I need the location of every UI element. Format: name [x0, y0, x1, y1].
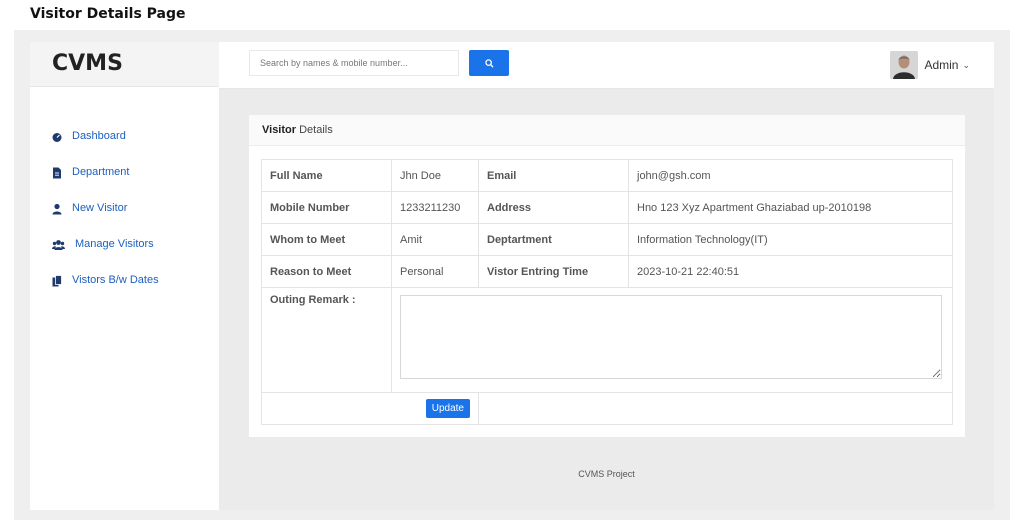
brand-logo[interactable]: CVMS — [52, 51, 123, 76]
table-row: Full Name Jhn Doe Email john@gsh.com — [261, 159, 953, 192]
update-cell: Update — [261, 392, 479, 425]
field-value: Information Technology(IT) — [628, 223, 953, 256]
field-label: Whom to Meet — [261, 223, 392, 256]
sidebar-item-manage-visitors[interactable]: Manage Visitors — [30, 226, 219, 262]
empty-cell — [478, 392, 953, 425]
field-label: Email — [478, 159, 629, 192]
outing-remark-cell — [391, 287, 953, 393]
field-label: Vistor Entring Time — [478, 255, 629, 288]
table-row: Reason to Meet Personal Vistor Entring T… — [261, 255, 953, 288]
update-button[interactable]: Update — [425, 399, 470, 418]
field-value: Jhn Doe — [391, 159, 479, 192]
outing-remark-textarea[interactable] — [400, 295, 942, 379]
field-value: Hno 123 Xyz Apartment Ghaziabad up-20101… — [628, 191, 953, 224]
outing-remark-label: Outing Remark : — [261, 287, 392, 393]
top-bar: Admin ⌄ — [219, 42, 994, 89]
sidebar-item-label: Department — [72, 166, 130, 178]
user-icon — [52, 202, 62, 215]
sidebar-item-new-visitor[interactable]: New Visitor — [30, 190, 219, 226]
visitor-details-card: Visitor Details Full Name Jhn Doe Email … — [249, 115, 965, 437]
field-label: Deptartment — [478, 223, 629, 256]
field-value: john@gsh.com — [628, 159, 953, 192]
field-label: Full Name — [261, 159, 392, 192]
search-icon — [484, 56, 494, 71]
card-header: Visitor Details — [249, 115, 965, 146]
field-value: Amit — [391, 223, 479, 256]
table-row: Mobile Number 1233211230 Address Hno 123… — [261, 191, 953, 224]
sidebar-item-label: Vistors B/w Dates — [72, 274, 159, 286]
chevron-down-icon: ⌄ — [962, 59, 970, 70]
search-input[interactable] — [249, 50, 459, 76]
sidebar-item-department[interactable]: Department — [30, 154, 219, 190]
main-content: Visitor Details Full Name Jhn Doe Email … — [219, 89, 994, 510]
field-value: 2023-10-21 22:40:51 — [628, 255, 953, 288]
brand-bar: CVMS — [30, 42, 219, 87]
users-icon — [52, 238, 65, 250]
search-button[interactable] — [469, 50, 509, 76]
admin-name: Admin — [924, 58, 959, 72]
card-title-rest: Details — [296, 124, 333, 136]
user-menu[interactable]: Admin ⌄ — [890, 51, 970, 79]
sidebar: CVMS Dashboard Department New Visitor Ma… — [30, 42, 219, 510]
sidebar-nav: Dashboard Department New Visitor Manage … — [30, 118, 219, 298]
field-label: Address — [478, 191, 629, 224]
sidebar-item-visitors-between-dates[interactable]: Vistors B/w Dates — [30, 262, 219, 298]
footer-text: CVMS Project — [578, 469, 635, 479]
sidebar-item-label: Dashboard — [72, 130, 126, 142]
avatar — [890, 51, 919, 79]
details-table: Full Name Jhn Doe Email john@gsh.com Mob… — [261, 159, 953, 425]
dashboard-icon — [52, 130, 62, 142]
field-value: 1233211230 — [391, 191, 479, 224]
page-caption: Visitor Details Page — [30, 6, 186, 22]
copy-icon — [52, 274, 62, 287]
file-icon — [52, 166, 62, 179]
field-value: Personal — [391, 255, 479, 288]
sidebar-item-label: New Visitor — [72, 202, 128, 214]
card-title-bold: Visitor — [262, 124, 297, 136]
field-label: Mobile Number — [261, 191, 392, 224]
sidebar-item-dashboard[interactable]: Dashboard — [30, 118, 219, 154]
field-label: Reason to Meet — [261, 255, 392, 288]
sidebar-item-label: Manage Visitors — [75, 238, 154, 250]
update-row: Update — [261, 392, 953, 425]
remark-row: Outing Remark : — [261, 287, 953, 393]
table-row: Whom to Meet Amit Deptartment Informatio… — [261, 223, 953, 256]
